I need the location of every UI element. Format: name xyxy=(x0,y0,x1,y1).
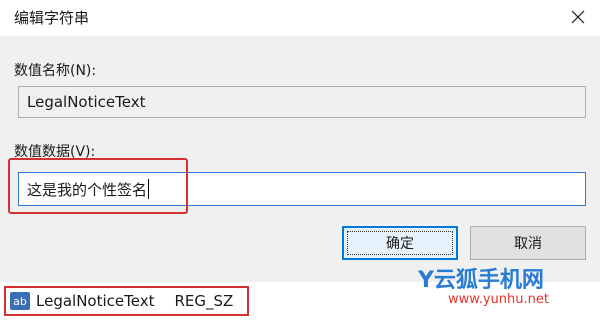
watermark: Y云狐手机网 www.yunhu.net xyxy=(418,262,588,318)
close-icon xyxy=(571,10,585,24)
dialog-title: 编辑字符串 xyxy=(14,9,90,27)
registry-entry-name: LegalNoticeText xyxy=(36,292,155,310)
highlight-box-data xyxy=(8,158,188,214)
value-name-label: 数值名称(N): xyxy=(14,63,97,79)
focus-ring xyxy=(347,231,453,255)
value-name-field: LegalNoticeText xyxy=(18,86,586,118)
title-bar: 编辑字符串 xyxy=(0,0,600,36)
registry-entry-type: REG_SZ xyxy=(174,292,234,310)
value-name-text: LegalNoticeText xyxy=(27,93,146,111)
watermark-logo: Y云狐手机网 xyxy=(418,268,544,293)
cancel-button[interactable]: 取消 xyxy=(470,226,586,260)
close-button[interactable] xyxy=(560,2,596,32)
string-value-icon: ab xyxy=(10,292,30,310)
ok-button[interactable]: 确定 xyxy=(342,226,458,260)
watermark-url: www.yunhu.net xyxy=(448,292,549,307)
registry-entry[interactable]: ab LegalNoticeText REG_SZ xyxy=(4,286,249,316)
cancel-button-label: 取消 xyxy=(514,236,542,252)
edit-string-dialog: 编辑字符串 数值名称(N): LegalNoticeText 数值数据(V): … xyxy=(0,0,600,282)
